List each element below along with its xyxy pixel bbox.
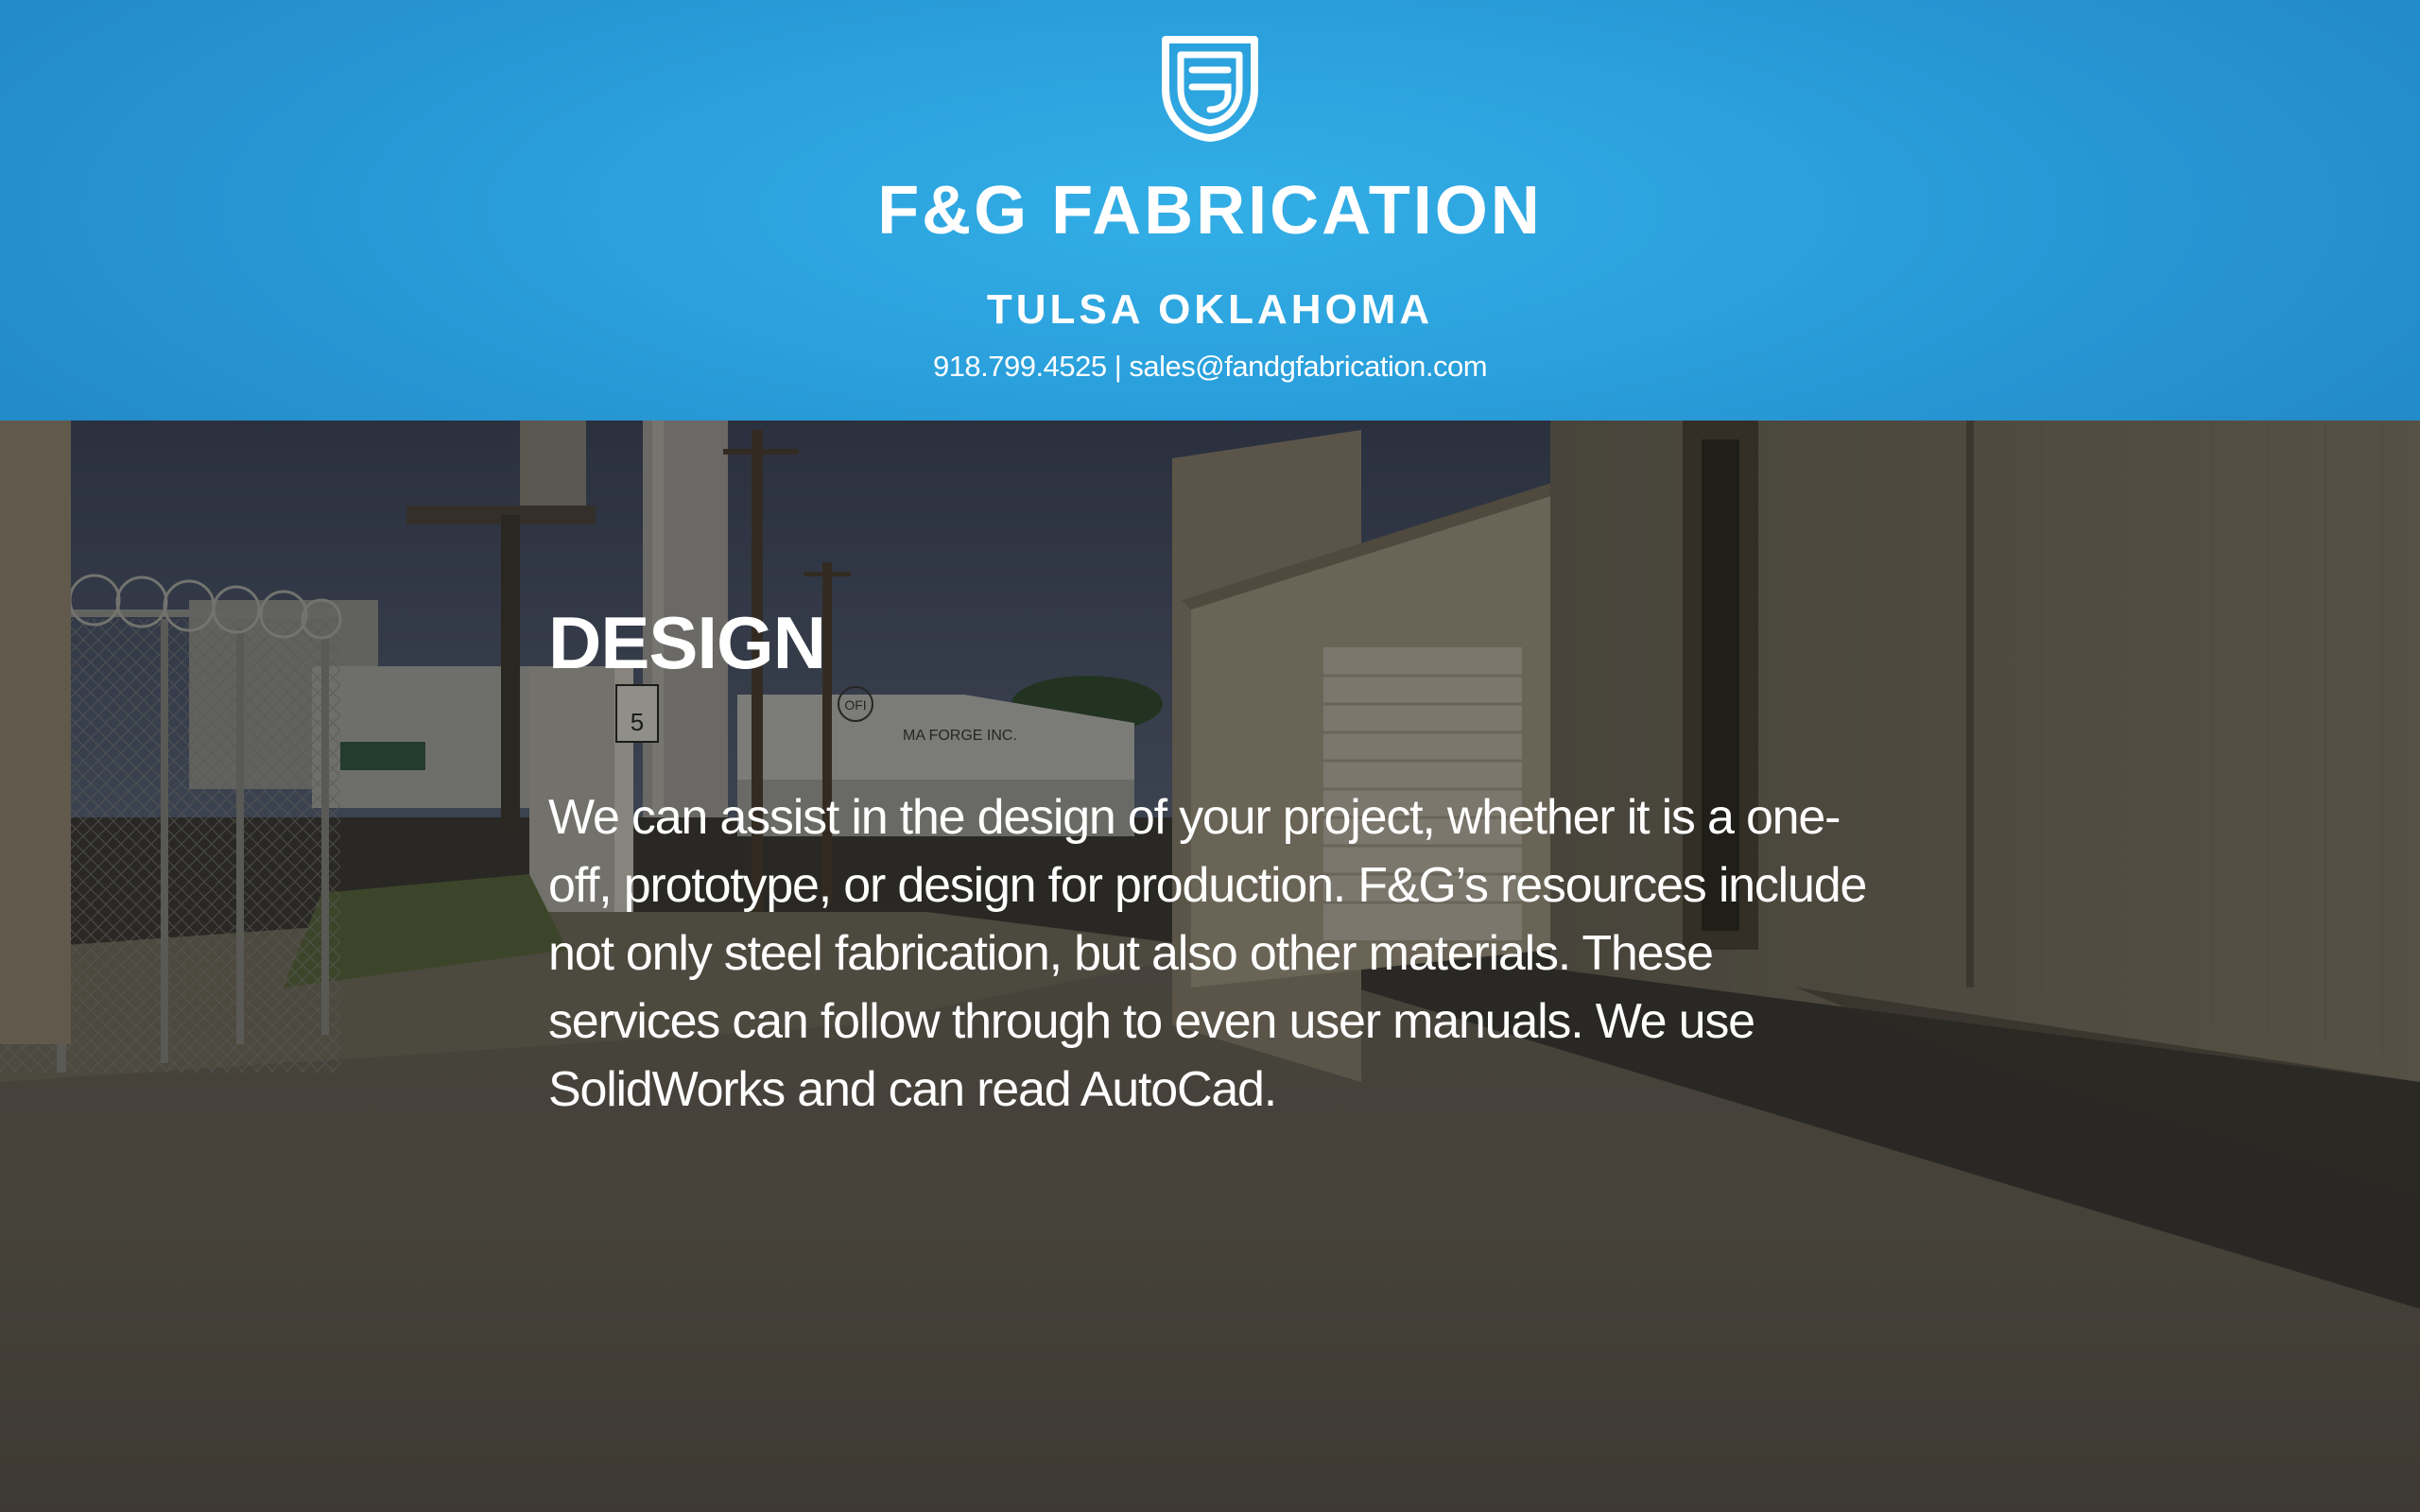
- design-section: 5 OFI MA FORGE INC. DESIGN We can assist…: [0, 421, 2420, 1512]
- contact-line: 918.799.4525 | sales@fandgfabrication.co…: [0, 348, 2420, 386]
- site-title[interactable]: F&G FABRICATION: [0, 173, 2420, 249]
- email-link[interactable]: sales@fandgfabrication.com: [1129, 350, 1487, 383]
- site-location: TULSA OKLAHOMA: [986, 286, 1434, 333]
- section-description: We can assist in the design of your proj…: [548, 790, 1867, 1117]
- contact-separator: |: [1114, 350, 1122, 383]
- phone-link[interactable]: 918.799.4525: [933, 350, 1107, 383]
- site-header: F&G FABRICATION TULSA OKLAHOMA 918.799.4…: [0, 0, 2420, 421]
- design-content: DESIGN We can assist in the design of yo…: [548, 600, 1910, 1124]
- fg-shield-logo-icon[interactable]: [1160, 36, 1260, 142]
- section-heading: DESIGN: [548, 601, 826, 684]
